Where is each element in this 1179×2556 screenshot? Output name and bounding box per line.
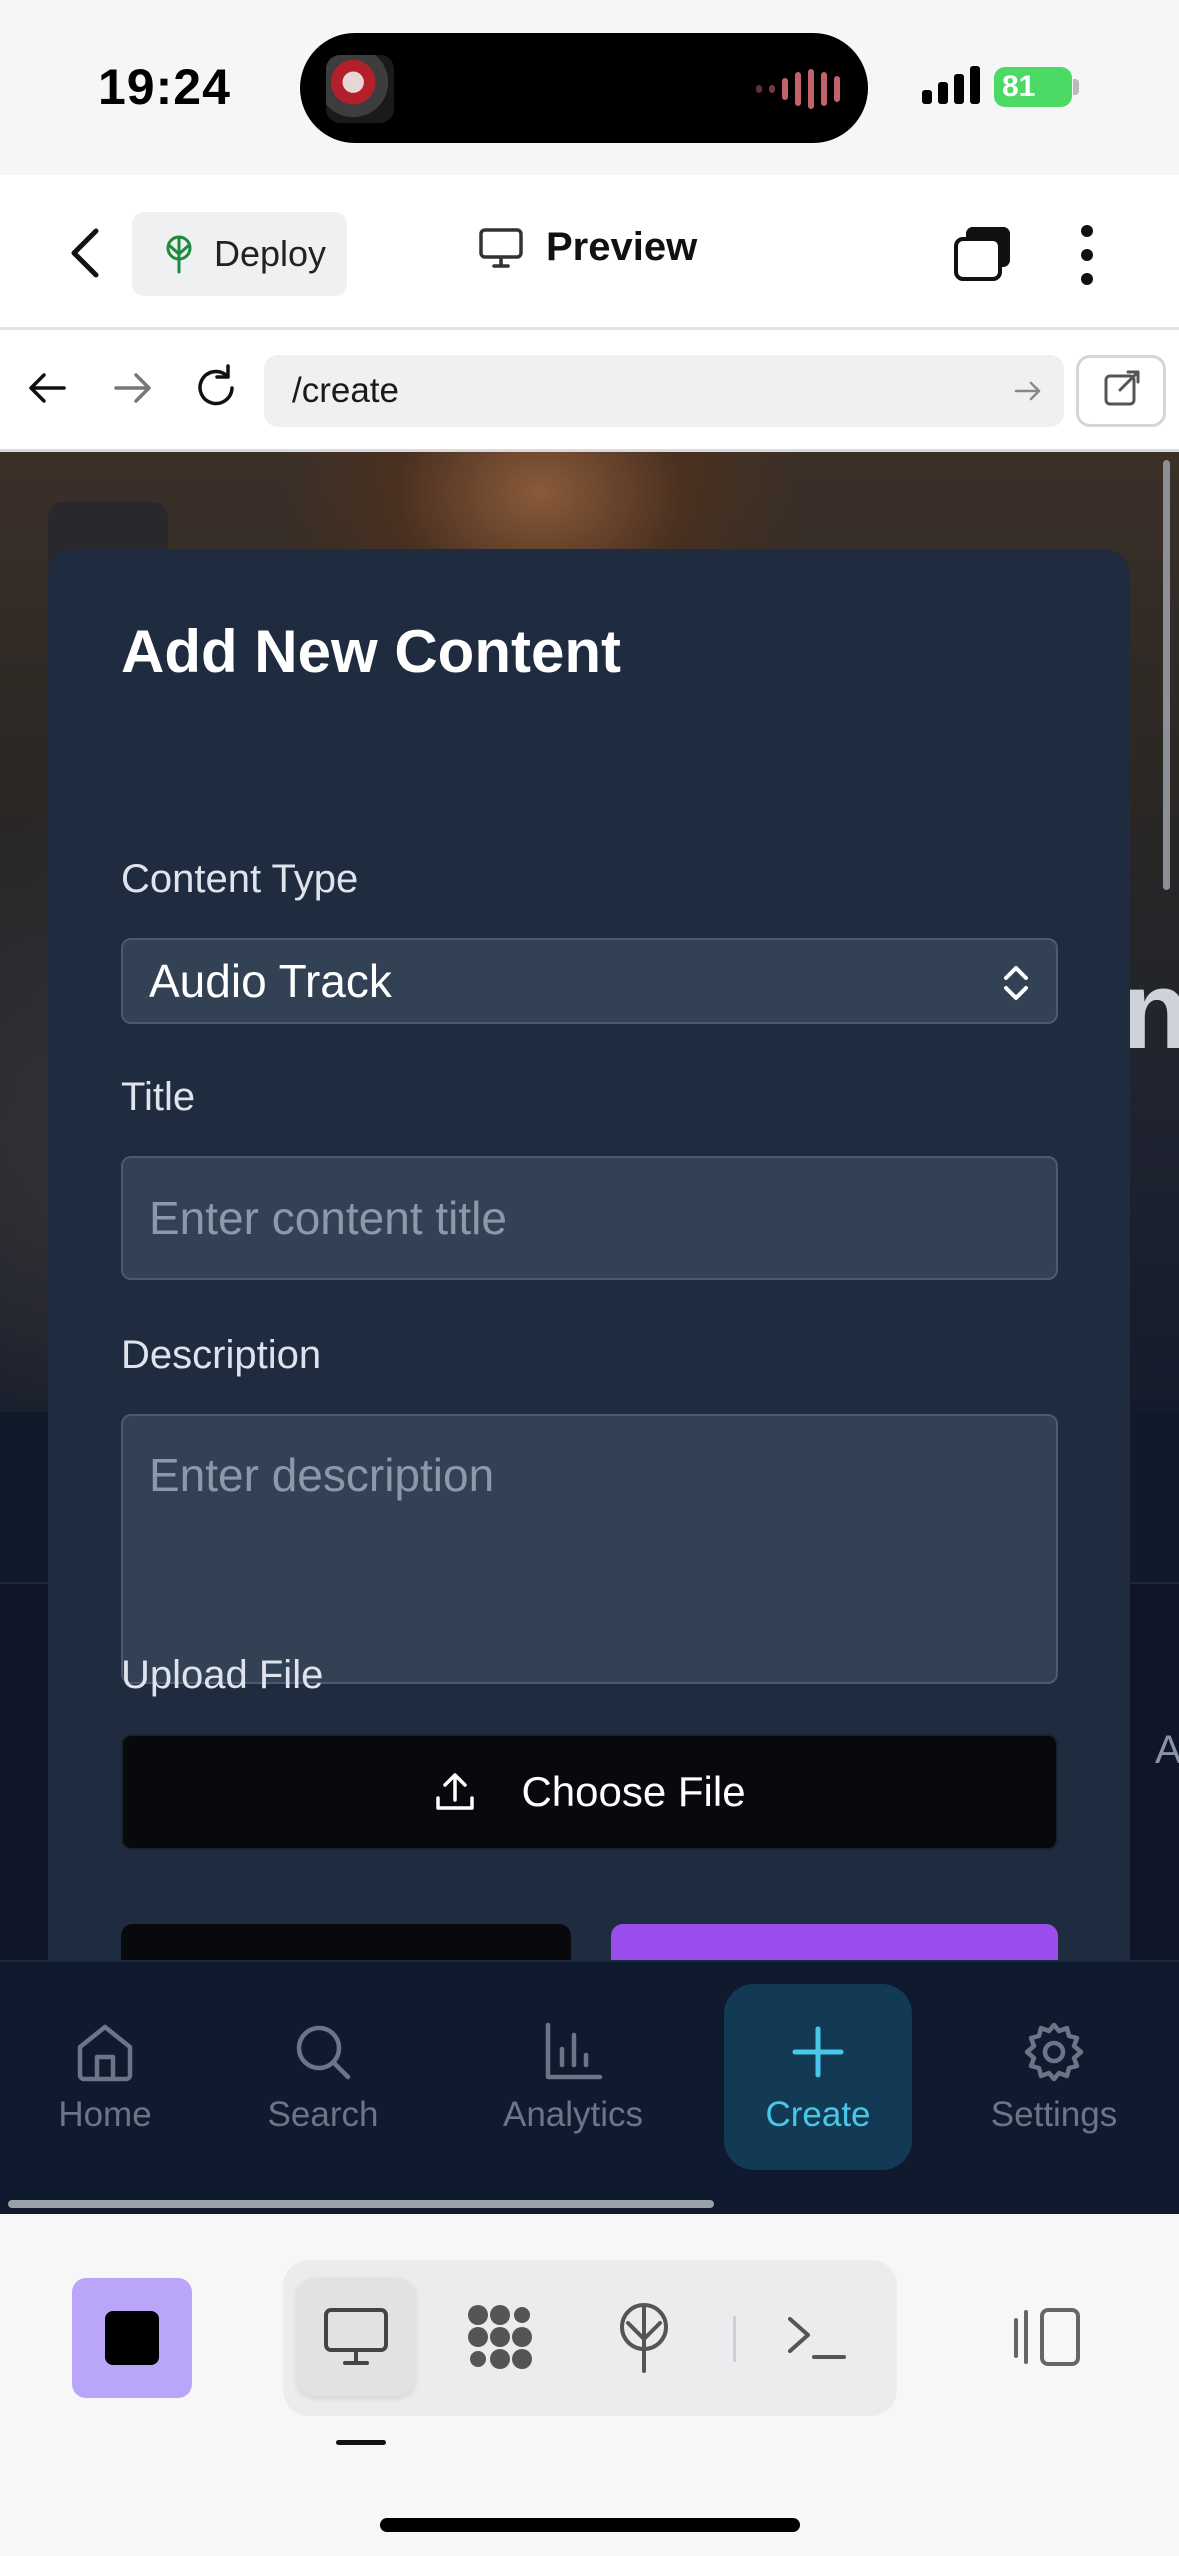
more-options-icon[interactable] [1072, 225, 1102, 285]
status-time: 19:24 [98, 59, 231, 115]
battery-cap [1073, 79, 1079, 95]
content-type-select[interactable]: Audio Track [121, 938, 1058, 1024]
apps-icon [468, 2305, 532, 2369]
desktop-view-button[interactable] [297, 2278, 415, 2396]
tab-search-label: Search [267, 2095, 379, 2134]
modal-title: Add New Content [121, 618, 621, 685]
tab-analytics-label: Analytics [502, 2095, 644, 2134]
description-textarea[interactable]: Enter description [121, 1414, 1058, 1684]
audio-waveform-icon [756, 69, 840, 109]
terminal-view-button[interactable] [757, 2278, 875, 2396]
monitor-icon [479, 227, 523, 268]
home-icon [77, 2024, 133, 2082]
title-placeholder: Enter content title [149, 1192, 507, 1244]
url-input[interactable]: /create [264, 355, 1064, 427]
tab-create[interactable]: Create [724, 1984, 912, 2170]
now-playing-artwork [326, 55, 394, 123]
dynamic-island[interactable] [300, 33, 868, 143]
tab-home[interactable]: Home [30, 1984, 180, 2170]
plus-icon [792, 2026, 844, 2078]
deploy-view-button[interactable] [585, 2278, 703, 2396]
open-external-button[interactable] [1076, 355, 1166, 427]
deploy-icon [166, 235, 192, 274]
segment-divider [733, 2316, 736, 2362]
description-label: Description [121, 1333, 322, 1377]
background-heading-peek: n [1122, 949, 1179, 1072]
tab-analytics[interactable]: Analytics [478, 1984, 668, 2170]
desktop-icon [324, 2308, 388, 2365]
title-label: Title [121, 1075, 196, 1119]
back-chevron-icon[interactable] [62, 225, 108, 281]
reload-icon[interactable] [190, 362, 242, 414]
status-bar: 19:24 81 [0, 0, 1179, 175]
url-text: /create [292, 371, 399, 410]
preview-toggle[interactable]: Preview [478, 225, 697, 270]
editor-toolbar [0, 2214, 1179, 2556]
stop-icon [105, 2311, 159, 2365]
analytics-icon [545, 2022, 603, 2080]
tab-settings[interactable]: Settings [976, 1984, 1132, 2170]
title-input[interactable]: Enter content title [121, 1156, 1058, 1280]
home-indicator[interactable] [380, 2518, 800, 2532]
content-type-label: Content Type [121, 857, 359, 901]
page-scrollbar[interactable] [1163, 460, 1170, 890]
deploy-label: Deploy [214, 233, 327, 274]
browser-forward-icon[interactable] [106, 362, 158, 414]
stop-button[interactable] [72, 2278, 192, 2398]
content-type-value: Audio Track [149, 955, 392, 1007]
go-arrow-icon[interactable] [1012, 375, 1044, 407]
active-view-underline [336, 2440, 386, 2445]
terminal-icon [788, 2317, 846, 2359]
bottom-tab-bar: Home Search Analytics Create Settings [0, 1960, 1179, 2214]
apps-view-button[interactable] [441, 2278, 559, 2396]
app-header: Deploy Preview [0, 175, 1179, 330]
cellular-signal-icon [922, 66, 980, 104]
choose-file-button[interactable]: Choose File [121, 1734, 1058, 1850]
windows-stack-icon[interactable] [952, 225, 1014, 283]
deploy-button[interactable]: Deploy [132, 212, 347, 296]
search-icon [296, 2025, 351, 2080]
battery-indicator: 81 [994, 67, 1072, 107]
web-preview: n A Add New Content Content Type Audio T… [0, 452, 1179, 2214]
background-text-peek: A [1155, 1728, 1179, 1772]
gear-icon [1024, 2022, 1084, 2082]
view-switcher [283, 2260, 897, 2416]
battery-level: 81 [1002, 70, 1036, 103]
tab-search[interactable]: Search [248, 1984, 398, 2170]
upload-file-label: Upload File [121, 1653, 324, 1697]
tab-settings-label: Settings [990, 2095, 1118, 2134]
web-scroll-indicator [8, 2200, 714, 2208]
upload-icon [436, 1773, 475, 1810]
panel-icon[interactable] [1010, 2306, 1082, 2368]
tab-home-label: Home [58, 2095, 152, 2134]
deploy-tree-icon [620, 2303, 668, 2373]
tab-create-label: Create [765, 2095, 871, 2134]
browser-url-bar: /create [0, 330, 1179, 452]
external-link-icon [1104, 370, 1140, 406]
browser-back-icon[interactable] [22, 362, 74, 414]
select-updown-icon [1004, 966, 1028, 1000]
preview-label: Preview [546, 225, 698, 269]
choose-file-label: Choose File [521, 1768, 746, 1815]
description-placeholder: Enter description [149, 1449, 495, 1501]
